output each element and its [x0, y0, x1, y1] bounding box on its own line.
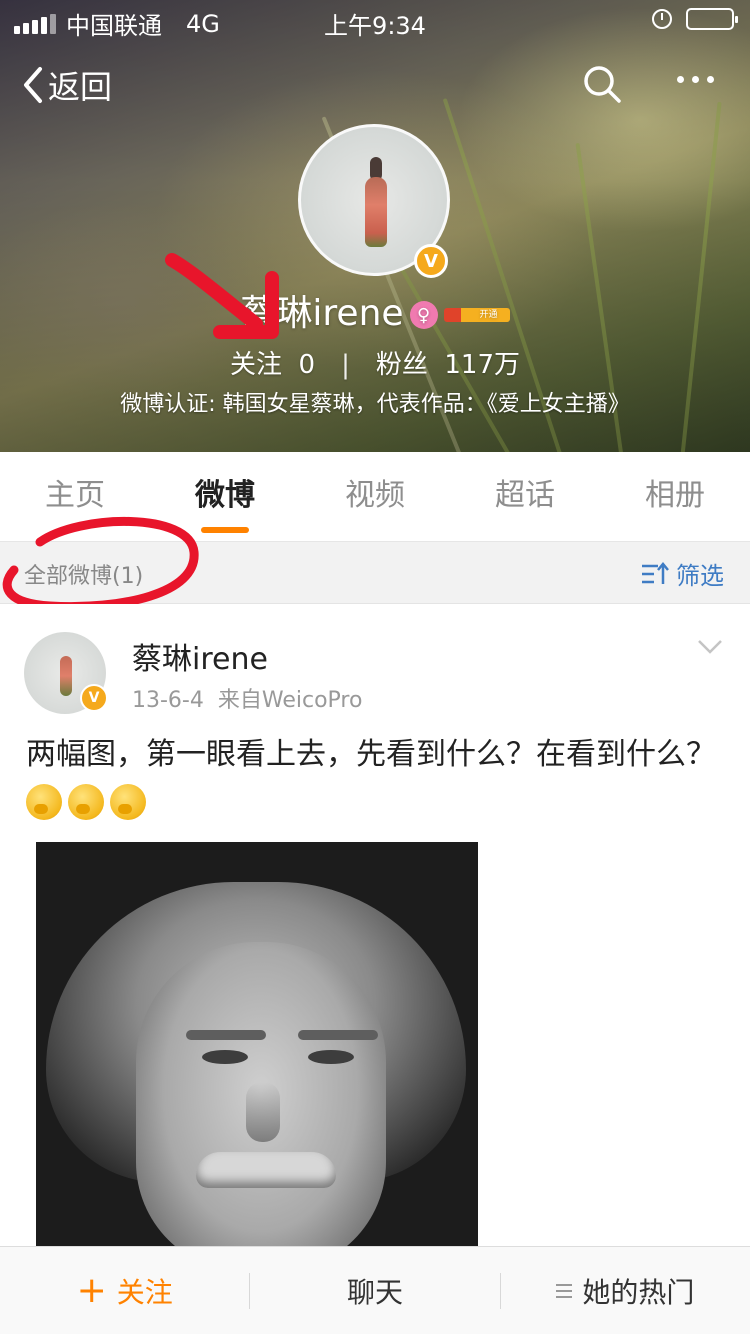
followers-link[interactable]: 粉丝 117万 [376, 350, 520, 380]
profile-cover: 中国联通 4G 上午9:34 返回 V 蔡琳irene ♀ 开通 关注 0 | … [0, 0, 750, 452]
post-meta: 13-6-4 来自WeicoPro [132, 682, 362, 714]
vip-badge[interactable]: 开通 [443, 308, 510, 322]
followers-count: 117万 [444, 350, 521, 380]
hot-posts-button[interactable]: 她的热门 [501, 1247, 750, 1334]
post-text-content: 两幅图，第一眼看上去，先看到什么？在看到什么？ [26, 737, 716, 772]
back-button[interactable]: 返回 [20, 62, 112, 108]
menu-icon [556, 1283, 573, 1298]
filter-icon [642, 561, 669, 584]
search-button[interactable] [582, 64, 622, 108]
plus-icon: + [76, 1269, 107, 1311]
status-time: 上午9:34 [324, 12, 426, 40]
following-link[interactable]: 关注 0 [230, 350, 315, 380]
verified-badge: V [414, 244, 448, 278]
following-label: 关注 [229, 350, 282, 380]
hot-posts-label: 她的热门 [582, 1275, 695, 1309]
chevron-left-icon [24, 67, 42, 103]
post-date: 13-6-4 [132, 688, 204, 713]
follow-button[interactable]: + 关注 [0, 1247, 249, 1334]
more-dots-icon[interactable] [677, 76, 714, 83]
alarm-icon [652, 9, 672, 29]
thinking-emoji-icon [68, 783, 104, 820]
filter-label: 筛选 [676, 562, 724, 590]
red-circle-annotation [2, 516, 199, 612]
back-label: 返回 [48, 68, 113, 106]
chevron-down-icon[interactable] [696, 638, 724, 656]
following-count: 0 [298, 350, 316, 380]
battery-icon [686, 8, 738, 30]
search-icon [584, 66, 621, 103]
bottom-action-bar: + 关注 聊天 她的热门 [0, 1246, 750, 1334]
profile-name-row: 蔡琳irene ♀ 开通 [0, 284, 750, 336]
chat-label: 聊天 [346, 1275, 403, 1309]
stats-separator: | [341, 350, 350, 380]
weibo-post[interactable]: V 蔡琳irene 13-6-4 来自WeicoPro 两幅图，第一眼看上去，先… [0, 604, 750, 1246]
chat-button[interactable]: 聊天 [250, 1247, 499, 1334]
follow-label: 关注 [116, 1275, 173, 1309]
post-image[interactable] [36, 842, 478, 1246]
filter-button[interactable]: 筛选 [640, 556, 724, 591]
nav-bar: 返回 [0, 56, 750, 116]
post-text: 两幅图，第一眼看上去，先看到什么？在看到什么？ [26, 732, 726, 824]
status-bar: 中国联通 4G 上午9:34 [0, 0, 750, 40]
thinking-emoji-icon [26, 783, 62, 820]
thinking-emoji-icon [110, 783, 146, 820]
post-source: 来自WeicoPro [217, 688, 363, 713]
female-gender-icon: ♀ [409, 301, 438, 329]
post-author[interactable]: 蔡琳irene [132, 634, 268, 678]
tab-album[interactable]: 相册 [600, 452, 750, 541]
follow-stats: 关注 0 | 粉丝 117万 [0, 344, 750, 381]
followers-label: 粉丝 [375, 350, 428, 380]
verification-text: 微博认证: 韩国女星蔡琳，代表作品：《爱上女主播》 [120, 392, 630, 417]
tab-supertopic[interactable]: 超话 [450, 452, 600, 541]
red-arrow-annotation [165, 253, 279, 339]
tab-video[interactable]: 视频 [300, 452, 450, 541]
post-verified-badge: V [80, 684, 108, 712]
